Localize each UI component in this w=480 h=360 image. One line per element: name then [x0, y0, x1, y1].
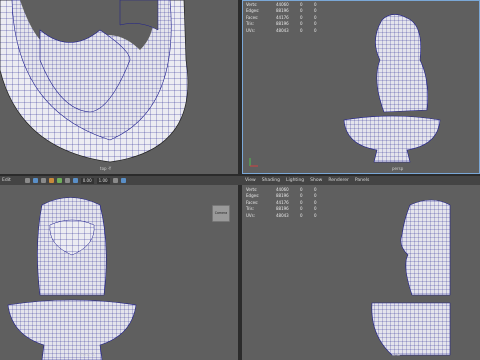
camera-button[interactable]: Camera — [212, 205, 230, 222]
texture-icon[interactable] — [72, 178, 78, 183]
menu-panels[interactable]: Panels — [355, 176, 369, 185]
lighting-icon[interactable] — [48, 178, 54, 183]
xray-icon[interactable] — [120, 178, 126, 183]
menu-view[interactable]: View — [245, 176, 256, 185]
menu-shading[interactable]: Shading — [262, 176, 280, 185]
viewport-front[interactable]: front -Z — [0, 185, 238, 360]
camera-icon[interactable] — [32, 178, 38, 183]
maya-workspace: top -Y Verts: 44060 0 0 Edges: 88196 0 0 Faces… — [0, 0, 480, 360]
front-view-mesh — [7, 197, 137, 360]
menu-edit[interactable]: Edit — [2, 176, 11, 185]
wireframe-icon[interactable] — [56, 178, 62, 183]
panel-menubar: Edit 0.00 1.00 View Shading Lighting Sho… — [0, 176, 480, 185]
side-view-mesh — [371, 199, 451, 356]
viewport-top[interactable]: top -Y — [0, 0, 238, 174]
exposure-field[interactable]: 0.00 — [80, 177, 94, 184]
grid-icon[interactable] — [40, 178, 46, 183]
top-view-mesh — [0, 0, 189, 163]
viewport-caption: front -Z — [80, 352, 95, 357]
isolate-icon[interactable] — [112, 178, 118, 183]
axis-gizmo-icon — [249, 158, 258, 167]
menu-renderer[interactable]: Renderer — [328, 176, 349, 185]
viewport-perspective[interactable]: Verts: 44060 0 0 Edges: 88196 0 0 Faces: 44176 0… — [242, 0, 480, 174]
menu-show[interactable]: Show — [310, 176, 322, 185]
viewport-side[interactable]: Verts: 44060 0 0 Edges: 88196 0 0 Faces: 44176 0… — [242, 185, 480, 360]
select-tool-icon[interactable] — [24, 178, 30, 183]
menu-lighting[interactable]: Lighting — [286, 176, 304, 185]
perspective-mesh — [343, 14, 441, 163]
viewport-caption: side — [392, 352, 401, 357]
gamma-field[interactable]: 1.00 — [96, 177, 110, 184]
viewport-caption: persp — [392, 166, 404, 171]
viewport-caption: top -Y — [100, 166, 112, 171]
shaded-icon[interactable] — [64, 178, 70, 183]
